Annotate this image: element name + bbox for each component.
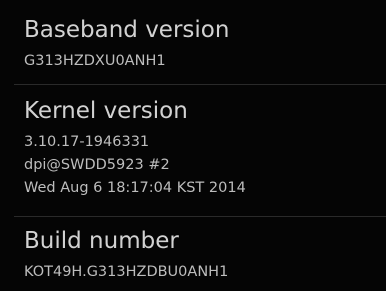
baseband-version-value: G313HZDXU0ANH1: [24, 53, 166, 69]
baseband-version-item[interactable]: Baseband version G313HZDXU0ANH1: [0, 0, 386, 84]
baseband-version-title: Baseband version: [24, 17, 230, 43]
kernel-version-number: 3.10.17-1946331: [24, 134, 150, 150]
kernel-version-title: Kernel version: [24, 98, 188, 124]
kernel-version-item[interactable]: Kernel version 3.10.17-1946331 dpi@SWDD5…: [0, 85, 386, 216]
build-number-title: Build number: [24, 228, 179, 254]
kernel-build-host: dpi@SWDD5923 #2: [24, 157, 170, 173]
build-number-value: KOT49H.G313HZDBU0ANH1: [24, 264, 229, 280]
kernel-build-date: Wed Aug 6 18:17:04 KST 2014: [24, 180, 246, 196]
build-number-item[interactable]: Build number KOT49H.G313HZDBU0ANH1: [0, 217, 386, 291]
about-device-list: Baseband version G313HZDXU0ANH1 Kernel v…: [0, 0, 386, 291]
